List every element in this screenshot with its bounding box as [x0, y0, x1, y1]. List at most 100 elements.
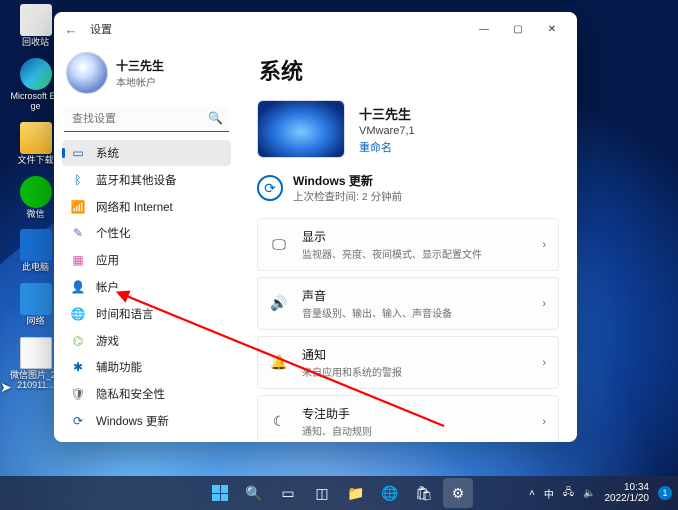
sidebar-item-label: 隐私和安全性: [96, 386, 165, 402]
taskbar-explorer[interactable]: 📁: [341, 478, 371, 508]
sidebar-item-label: 个性化: [96, 225, 131, 241]
tile-sub: 音量级别、输出、输入、声音设备: [302, 305, 528, 320]
back-button[interactable]: ←: [62, 22, 80, 37]
sidebar-item-label: Windows 更新: [96, 413, 169, 429]
sidebar-item-label: 游戏: [96, 333, 119, 349]
tile-sound[interactable]: 🔊 声音音量级别、输出、输入、声音设备 ›: [257, 277, 559, 330]
main-panel: 系统 十三先生 VMware7,1 重命名 ⟳ Windows 更新 上次检查时…: [239, 46, 577, 442]
gaming-icon: ⌬: [70, 333, 86, 349]
update-icon: ⟳: [257, 175, 283, 201]
sidebar-item-label: 蓝牙和其他设备: [96, 172, 177, 188]
sidebar-item-label: 应用: [96, 252, 119, 268]
taskbar-store[interactable]: 🛍: [409, 478, 439, 508]
desktop-icon-label: 网络: [26, 317, 44, 327]
sound-icon: 🔊: [270, 295, 288, 312]
desktop-icon-label: 回收站: [22, 38, 49, 48]
time-icon: 🌐: [70, 306, 86, 322]
minimize-button[interactable]: —: [467, 15, 501, 43]
thispc-icon: [20, 229, 52, 261]
page-heading: 系统: [259, 54, 559, 86]
pic-icon: [20, 337, 52, 369]
network-icon: [20, 283, 52, 315]
sidebar-item-label: 辅助功能: [96, 359, 142, 375]
folder1-icon: [20, 122, 52, 154]
maximize-button[interactable]: ▢: [501, 15, 535, 43]
taskbar-widgets[interactable]: ◫: [307, 478, 337, 508]
tray-chevron-icon[interactable]: ˄: [529, 488, 535, 499]
sidebar-item-gaming[interactable]: ⌬ 游戏: [62, 328, 231, 354]
update-row[interactable]: ⟳ Windows 更新 上次检查时间: 2 分钟前: [257, 172, 559, 204]
sidebar-item-accessibility[interactable]: ✱ 辅助功能: [62, 355, 231, 381]
sidebar-item-accounts[interactable]: 👤帐户: [62, 274, 231, 300]
task-view[interactable]: ▭: [273, 478, 303, 508]
apps-icon: ▦: [70, 252, 86, 268]
update-sub: 上次检查时间: 2 分钟前: [293, 189, 402, 204]
tile-title: 通知: [302, 346, 528, 363]
tray-time: 10:34: [605, 482, 650, 494]
titlebar: ← 设置 — ▢ ✕: [54, 12, 577, 46]
taskbar-edge[interactable]: 🌐: [375, 478, 405, 508]
search-box: 🔍: [64, 106, 229, 132]
tile-display[interactable]: 🖵显示监视器、亮度、夜间模式、显示配置文件›: [257, 218, 559, 271]
sidebar-item-label: 帐户: [96, 279, 119, 295]
update-title: Windows 更新: [293, 172, 402, 189]
edge-icon: [20, 58, 52, 90]
desktop-icon-label: 此电脑: [22, 263, 49, 273]
notifications-icon: 🔔: [270, 354, 288, 371]
device-name: 十三先生: [359, 104, 415, 123]
update-icon: ⟳: [70, 413, 86, 429]
device-model: VMware7,1: [359, 125, 415, 137]
sidebar-item-label: 网络和 Internet: [96, 199, 173, 215]
search-icon: 🔍: [208, 111, 223, 125]
tile-sub: 通知、自动规则: [302, 423, 528, 438]
sidebar-item-system[interactable]: ▭ 系统: [62, 140, 231, 166]
tray-date: 2022/1/20: [605, 493, 650, 505]
device-block: 十三先生 VMware7,1 重命名: [257, 100, 559, 158]
taskbar-center: 🔍 ▭ ◫ 📁 🌐 🛍 ⚙: [205, 478, 473, 508]
sidebar-item-privacy[interactable]: 🛡 隐私和安全性: [62, 381, 231, 407]
privacy-icon: 🛡: [70, 386, 86, 402]
chevron-right-icon: ›: [542, 357, 546, 369]
tile-title: 专注助手: [302, 405, 528, 422]
tile-sub: 来自应用和系统的警报: [302, 364, 528, 379]
tray-network-icon[interactable]: 🖧: [563, 485, 574, 502]
bluetooth-icon: ᛒ: [70, 172, 86, 188]
sidebar-item-label: 时间和语言: [96, 306, 154, 322]
sidebar-item-personalization[interactable]: ✎个性化: [62, 220, 231, 246]
avatar: [66, 52, 108, 94]
system-icon: ▭: [70, 145, 86, 161]
rename-link[interactable]: 重命名: [359, 139, 415, 155]
tray-volume-icon[interactable]: 🔈: [583, 488, 595, 499]
window-title: 设置: [90, 21, 112, 37]
tray-notification-badge[interactable]: 1: [658, 486, 672, 500]
chevron-right-icon: ›: [542, 416, 546, 428]
tray-ime[interactable]: 中: [544, 486, 554, 501]
tray-clock[interactable]: 10:34 2022/1/20: [605, 482, 650, 505]
chevron-right-icon: ›: [542, 298, 546, 310]
sidebar-item-update[interactable]: ⟳ Windows 更新: [62, 408, 231, 434]
sidebar-item-label: 系统: [96, 145, 119, 161]
nav-list: ▭ 系统 ᛒ 蓝牙和其他设备 📶网络和 Internet✎个性化 ▦ 应用 👤帐户 🌐 时间和语言…: [62, 140, 231, 434]
sidebar-item-network[interactable]: 📶网络和 Internet: [62, 194, 231, 220]
sidebar-item-bluetooth[interactable]: ᛒ 蓝牙和其他设备: [62, 167, 231, 193]
accessibility-icon: ✱: [70, 359, 86, 375]
close-button[interactable]: ✕: [535, 15, 569, 43]
chevron-right-icon: ›: [542, 239, 546, 251]
device-thumbnail: [257, 100, 345, 158]
desktop-icon-label: 文件下载: [17, 156, 53, 166]
user-block[interactable]: 十三先生 本地帐户: [62, 46, 231, 104]
taskbar-settings[interactable]: ⚙: [443, 478, 473, 508]
user-sub: 本地帐户: [116, 74, 164, 89]
desktop-icon-label: 微信: [26, 210, 44, 220]
sidebar-item-apps[interactable]: ▦ 应用: [62, 247, 231, 273]
start-button[interactable]: [205, 478, 235, 508]
taskbar-search[interactable]: 🔍: [239, 478, 269, 508]
tile-title: 声音: [302, 287, 528, 304]
tile-focus[interactable]: ☾专注助手通知、自动规则›: [257, 395, 559, 442]
sidebar-item-time[interactable]: 🌐 时间和语言: [62, 301, 231, 327]
settings-window: ← 设置 — ▢ ✕ 十三先生 本地帐户 🔍 ▭ 系统 ᛒ 蓝牙和其他设备 📶网络和 I…: [54, 12, 577, 442]
tile-notifications[interactable]: 🔔 通知来自应用和系统的警报 ›: [257, 336, 559, 389]
search-input[interactable]: [64, 106, 229, 132]
recycle-icon: [20, 4, 52, 36]
user-name: 十三先生: [116, 57, 164, 74]
